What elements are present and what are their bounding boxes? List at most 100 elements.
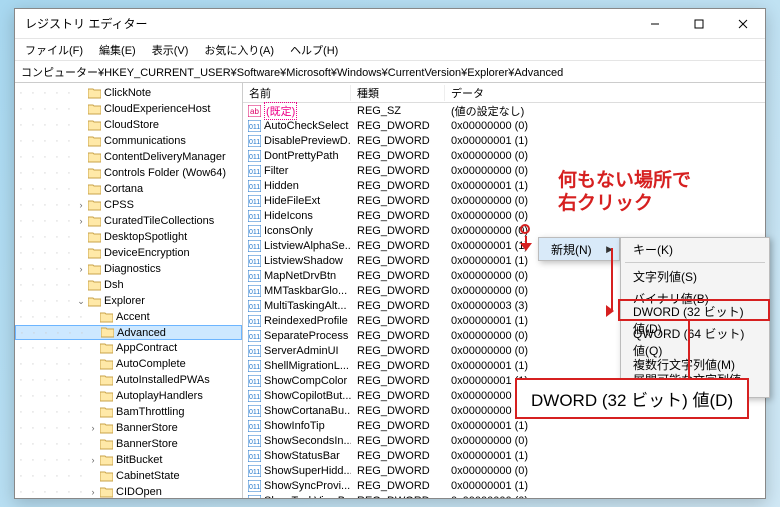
dword-value-icon: 011: [247, 480, 261, 492]
maximize-button[interactable]: [677, 9, 721, 39]
value-row[interactable]: 011ShowSecondsIn...REG_DWORD0x00000000 (…: [243, 433, 765, 448]
expand-icon[interactable]: ›: [75, 200, 87, 210]
menu-view[interactable]: 表示(V): [148, 40, 193, 60]
value-data: 0x00000000 (0): [445, 435, 765, 447]
tree-item[interactable]: ······AutoComplete: [15, 356, 242, 372]
folder-icon: [99, 406, 113, 418]
address-bar[interactable]: コンピューター¥HKEY_CURRENT_USER¥Software¥Micro…: [15, 61, 765, 83]
col-name[interactable]: 名前: [243, 85, 351, 101]
expand-icon[interactable]: ⌄: [75, 296, 87, 307]
menu-help[interactable]: ヘルプ(H): [286, 40, 342, 60]
tree-item[interactable]: ·····Communications: [15, 133, 242, 149]
col-type[interactable]: 種類: [351, 85, 445, 101]
ctx-key[interactable]: キー(K): [621, 238, 769, 260]
tree-item[interactable]: ······AutoInstalledPWAs: [15, 372, 242, 388]
tree-item[interactable]: ······Accent: [15, 309, 242, 325]
value-name: SeparateProcess: [264, 330, 348, 342]
annotation-line-2: [611, 248, 613, 310]
tree-item[interactable]: ·····⌄Explorer: [15, 293, 242, 309]
annotation-circle: [520, 224, 530, 234]
tree-item[interactable]: ·····›CPSS: [15, 197, 242, 213]
expand-icon[interactable]: ›: [87, 423, 99, 433]
tree-item[interactable]: ······›CIDOpen: [15, 484, 242, 498]
tree-item[interactable]: ·····Dsh: [15, 277, 242, 293]
value-type: REG_SZ: [351, 105, 445, 117]
tree-item[interactable]: ·····›CuratedTileCollections: [15, 213, 242, 229]
value-name: ReindexedProfile: [264, 315, 348, 327]
value-type: REG_DWORD: [351, 435, 445, 447]
tree-item[interactable]: ·····Cortana: [15, 181, 242, 197]
folder-icon: [87, 151, 101, 163]
expand-icon[interactable]: ›: [87, 487, 99, 497]
tree-item[interactable]: ······BannerStore: [15, 436, 242, 452]
tree-item-label: CuratedTileCollections: [104, 215, 214, 227]
svg-text:011: 011: [249, 439, 260, 446]
value-name: AutoCheckSelect: [264, 120, 348, 132]
tree-item[interactable]: ······›BitBucket: [15, 452, 242, 468]
dword-value-icon: 011: [247, 165, 261, 177]
value-row[interactable]: 011DontPrettyPathREG_DWORD0x00000000 (0): [243, 148, 765, 163]
value-row[interactable]: 011ShowTaskViewB...REG_DWORD0x00000000 (…: [243, 493, 765, 498]
tree-item[interactable]: ······AutoplayHandlers: [15, 388, 242, 404]
menu-bar: ファイル(F) 編集(E) 表示(V) お気に入り(A) ヘルプ(H): [15, 39, 765, 61]
tree-item[interactable]: ·····CloudStore: [15, 117, 242, 133]
tree-item-label: Dsh: [104, 279, 124, 291]
dword-value-icon: 011: [247, 270, 261, 282]
expand-icon[interactable]: ›: [75, 264, 87, 274]
folder-icon: [87, 263, 101, 275]
col-data[interactable]: データ: [445, 85, 765, 101]
dword-value-icon: 011: [247, 180, 261, 192]
close-button[interactable]: [721, 9, 765, 39]
tree-item[interactable]: ·····DeviceEncryption: [15, 245, 242, 261]
value-row[interactable]: 011ShowStatusBarREG_DWORD0x00000001 (1): [243, 448, 765, 463]
tree-item[interactable]: ······›BannerStore: [15, 420, 242, 436]
value-row[interactable]: 011DisablePreviewD...REG_DWORD0x00000001…: [243, 133, 765, 148]
tree-item-label: DeviceEncryption: [104, 247, 190, 259]
dword-value-icon: 011: [247, 210, 261, 222]
folder-icon: [99, 390, 113, 402]
value-row[interactable]: 011IconsOnlyREG_DWORD0x00000000 (0): [243, 223, 765, 238]
tree-item-label: CIDOpen: [116, 486, 162, 498]
folder-icon: [87, 103, 101, 115]
ctx-string[interactable]: 文字列値(S): [621, 265, 769, 287]
menu-file[interactable]: ファイル(F): [21, 40, 87, 60]
folder-icon: [87, 135, 101, 147]
tree-item[interactable]: ·····›Diagnostics: [15, 261, 242, 277]
minimize-button[interactable]: [633, 9, 677, 39]
ctx-qword64[interactable]: QWORD (64 ビット) 値(Q): [621, 331, 769, 353]
tree-item-label: Accent: [116, 311, 150, 323]
folder-icon: [87, 279, 101, 291]
tree-item[interactable]: ······BamThrottling: [15, 404, 242, 420]
value-row[interactable]: 011AutoCheckSelectREG_DWORD0x00000000 (0…: [243, 118, 765, 133]
expand-icon[interactable]: ›: [87, 455, 99, 465]
tree-item[interactable]: ·····ClickNote: [15, 85, 242, 101]
menu-edit[interactable]: 編集(E): [95, 40, 140, 60]
tree-item[interactable]: ·····Controls Folder (Wow64): [15, 165, 242, 181]
menu-favorites[interactable]: お気に入り(A): [200, 40, 278, 60]
value-name: ShowStatusBar: [264, 450, 340, 462]
tree-item[interactable]: ······Advanced: [15, 325, 242, 340]
value-row[interactable]: ab(既定)REG_SZ(値の設定なし): [243, 103, 765, 118]
tree-item[interactable]: ······CabinetState: [15, 468, 242, 484]
value-row[interactable]: 011ShowSyncProvi...REG_DWORD0x00000001 (…: [243, 478, 765, 493]
ctx-new-label: 新規(N): [551, 241, 592, 258]
value-name: MapNetDrvBtn: [264, 270, 336, 282]
ctx-key-label: キー(K): [633, 241, 673, 258]
separator: [625, 262, 765, 263]
tree-item[interactable]: ······AppContract: [15, 340, 242, 356]
tree-pane[interactable]: ·····ClickNote·····CloudExperienceHost··…: [15, 83, 243, 498]
expand-icon[interactable]: ›: [75, 216, 87, 226]
tree-item[interactable]: ·····CloudExperienceHost: [15, 101, 242, 117]
dword-value-icon: 011: [247, 375, 261, 387]
tree-item[interactable]: ·····DesktopSpotlight: [15, 229, 242, 245]
value-data: 0x00000001 (1): [445, 450, 765, 462]
value-row[interactable]: 011ShowSuperHidd...REG_DWORD0x00000000 (…: [243, 463, 765, 478]
value-row[interactable]: 011ShowInfoTipREG_DWORD0x00000001 (1): [243, 418, 765, 433]
tree-item-label: CabinetState: [116, 470, 180, 482]
tree-item[interactable]: ·····ContentDeliveryManager: [15, 149, 242, 165]
svg-text:011: 011: [249, 124, 260, 131]
value-data: 0x00000000 (0): [445, 120, 765, 132]
ctx-new[interactable]: 新規(N) ▶: [539, 238, 619, 260]
value-name: ServerAdminUI: [264, 345, 339, 357]
dword-value-icon: 011: [247, 300, 261, 312]
